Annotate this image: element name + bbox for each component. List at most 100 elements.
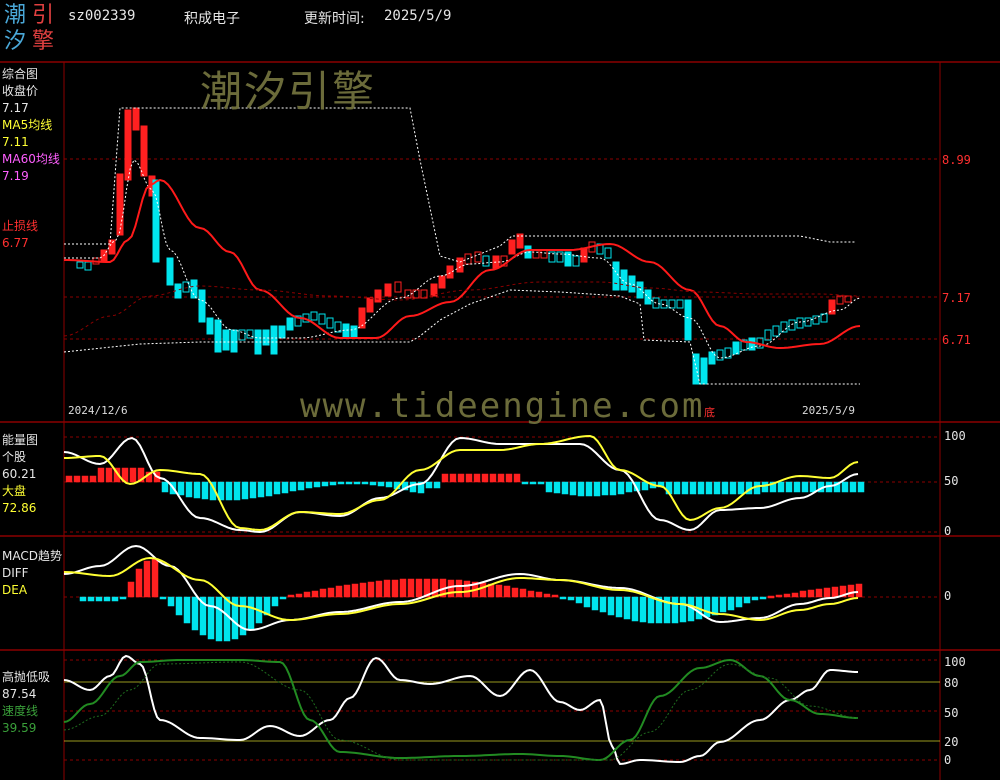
energy-bar: [185, 481, 193, 498]
energy-bar: [129, 467, 137, 483]
macd-bar: [479, 582, 487, 598]
energy-bar: [441, 473, 449, 483]
candlestick: [222, 329, 230, 351]
macd-bar: [495, 584, 503, 598]
energy-bar: [489, 473, 497, 483]
market-value: 72.86: [2, 501, 37, 515]
energy-bar: [465, 473, 473, 483]
macd-bar: [303, 591, 311, 598]
energy-bar: [353, 481, 361, 485]
candlestick: [804, 317, 812, 327]
macd-bar: [815, 588, 823, 598]
hilo-value: 87.54: [2, 687, 37, 701]
energy-bar: [273, 481, 281, 495]
candlestick: [430, 283, 438, 297]
lower-band: [63, 289, 860, 385]
macd-bar: [367, 581, 375, 598]
energy-bar: [321, 481, 329, 487]
macd-bar: [615, 596, 623, 618]
macd-bar: [639, 596, 647, 623]
watermark-url: www.tideengine.com: [300, 386, 705, 426]
macd-bar: [823, 587, 831, 598]
energy-bar: [529, 481, 537, 485]
energy-bar: [97, 467, 105, 483]
macd-bar: [319, 588, 327, 598]
energy-tick: 50: [944, 474, 959, 488]
macd-bar: [95, 596, 103, 602]
macd-bar: [135, 568, 143, 598]
macd-bar: [207, 596, 215, 640]
candlestick: [278, 325, 286, 339]
energy-bar: [713, 481, 721, 495]
candlestick: [668, 299, 676, 309]
candlestick: [748, 337, 756, 351]
macd-bar: [791, 592, 799, 598]
macd-bar: [543, 593, 551, 598]
macd-bar: [647, 596, 655, 624]
energy-bar: [545, 481, 553, 493]
stop-loss-label: 止损线: [2, 219, 39, 233]
energy-bar: [537, 481, 545, 485]
price-tick: 7.17: [942, 291, 971, 305]
candlestick: [76, 261, 84, 269]
macd-bar: [271, 596, 279, 607]
energy-bar: [225, 481, 233, 501]
energy-bar: [433, 481, 441, 489]
energy-bar: [553, 481, 561, 494]
candlestick: [580, 247, 588, 263]
macd-bar: [855, 583, 863, 598]
candlestick: [116, 173, 124, 236]
energy-bar: [361, 481, 369, 485]
macd-bar: [279, 596, 287, 600]
energy-bar: [497, 473, 505, 483]
macd-bar: [119, 596, 127, 600]
candlestick: [644, 289, 652, 305]
candlestick: [636, 281, 644, 299]
energy-bar: [521, 481, 529, 485]
energy-tick: 100: [944, 429, 966, 443]
energy-bar: [561, 481, 569, 495]
hilo-tick: 20: [944, 735, 959, 749]
macd-bar: [679, 596, 687, 623]
macd-bar: [327, 587, 335, 598]
candlestick: [190, 279, 198, 299]
energy-bar: [617, 481, 625, 495]
macd-bar: [551, 594, 559, 598]
macd-bar: [247, 596, 255, 631]
energy-bar: [729, 481, 737, 495]
energy-bar: [737, 481, 745, 495]
energy-bar: [601, 481, 609, 496]
candlestick: [140, 125, 148, 177]
macd-bar: [831, 586, 839, 598]
energy-bar: [673, 481, 681, 495]
macd-bar: [807, 589, 815, 598]
energy-bar: [385, 481, 393, 488]
macd-bar: [431, 578, 439, 598]
macd-bar: [503, 585, 511, 598]
macd-bar: [511, 587, 519, 598]
energy-bar: [473, 473, 481, 483]
price-tick: 6.71: [942, 333, 971, 347]
candlestick: [342, 323, 350, 339]
energy-bar: [337, 481, 345, 485]
energy-bar: [681, 481, 689, 495]
bottom-mark: 底: [704, 406, 715, 419]
candlestick: [812, 315, 820, 325]
energy-bar: [777, 481, 785, 493]
macd-bar: [391, 579, 399, 598]
macd-bar: [175, 596, 183, 616]
energy-bar: [793, 481, 801, 493]
macd-bar: [567, 596, 575, 601]
energy-bar: [809, 481, 817, 493]
energy-bar: [313, 481, 321, 488]
macd-bar: [383, 579, 391, 598]
macd-bar: [159, 596, 167, 600]
candlestick: [270, 325, 278, 355]
candlestick: [350, 325, 358, 339]
dea-label: DEA: [2, 583, 28, 597]
diff-label: DIFF: [2, 566, 29, 580]
ma60-label: MA60均线: [2, 152, 60, 166]
energy-bar: [721, 481, 729, 495]
candlestick: [310, 311, 318, 321]
energy-bar: [593, 481, 601, 497]
